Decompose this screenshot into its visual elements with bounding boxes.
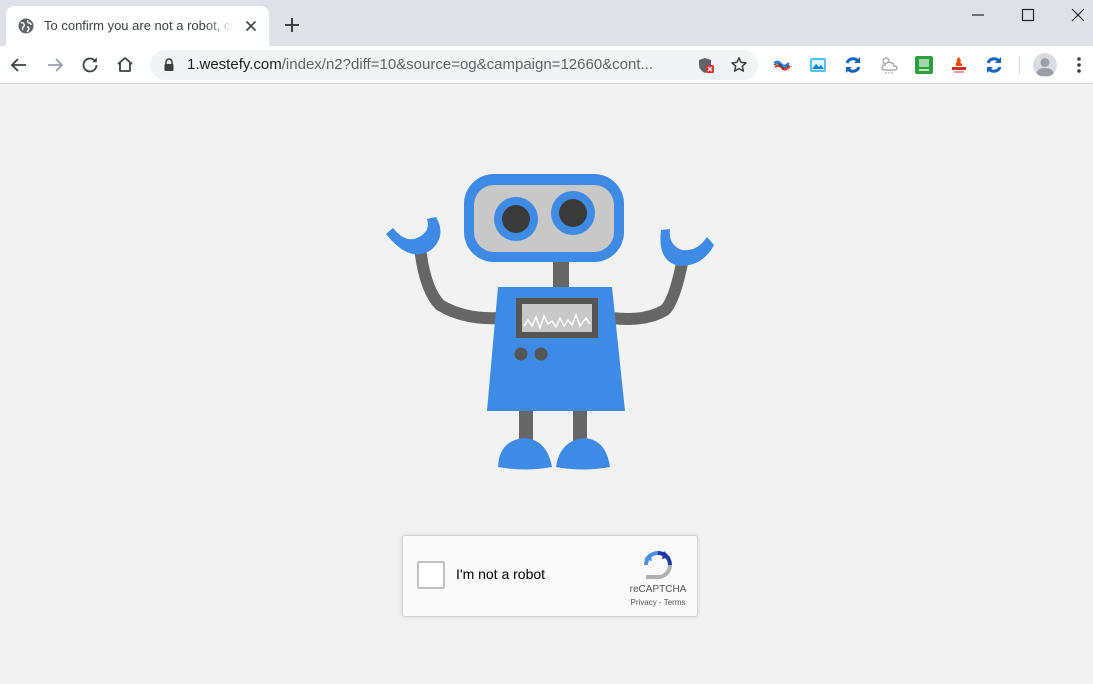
menu-kebab-icon[interactable] (1071, 55, 1087, 75)
recaptcha-checkbox[interactable] (417, 561, 445, 589)
browser-toolbar: 1.westefy.com/index/n2?diff=10&source=og… (0, 46, 1093, 84)
minimize-icon[interactable] (967, 4, 989, 26)
bookmark-star-icon[interactable] (730, 56, 748, 74)
recaptcha-widget: I'm not a robot reCAPTCHA Privacy - Term… (402, 535, 698, 617)
lock-icon[interactable] (163, 58, 175, 72)
home-icon[interactable] (114, 54, 136, 76)
green-extension-icon[interactable] (914, 55, 934, 75)
sync-extension-icon[interactable] (843, 55, 863, 75)
blocked-shield-icon[interactable] (698, 57, 714, 74)
url-text[interactable]: 1.westefy.com/index/n2?diff=10&source=og… (187, 56, 687, 73)
sync-extension-icon-2[interactable] (984, 55, 1004, 75)
recaptcha-brand: reCAPTCHA (629, 584, 687, 595)
slideshow-extension-icon[interactable] (772, 55, 792, 75)
profile-avatar-icon[interactable] (1033, 53, 1057, 77)
recaptcha-logo-icon (644, 551, 672, 579)
globe-icon (18, 18, 34, 34)
close-icon[interactable] (1067, 4, 1089, 26)
browser-tab[interactable]: To confirm you are not a robot, click Al… (6, 6, 269, 46)
address-bar[interactable]: 1.westefy.com/index/n2?diff=10&source=og… (150, 50, 758, 80)
left-claw (386, 217, 441, 255)
back-arrow-icon[interactable] (8, 54, 30, 76)
red-extension-icon[interactable] (949, 55, 969, 75)
tab-close-icon[interactable] (242, 17, 260, 35)
recaptcha-label: I'm not a robot (456, 566, 546, 582)
toolbar-divider (1019, 56, 1020, 74)
forward-arrow-icon[interactable] (44, 54, 66, 76)
weather-extension-icon[interactable] (879, 55, 899, 75)
image-extension-icon[interactable] (808, 55, 828, 75)
maximize-icon[interactable] (1017, 4, 1039, 26)
reload-icon[interactable] (79, 54, 101, 76)
url-path: /index/n2?diff=10&source=og&campaign=126… (281, 56, 654, 73)
url-host: 1.westefy.com (187, 56, 282, 73)
right-claw (660, 229, 714, 266)
tab-title: To confirm you are not a robot, click Al… (44, 18, 234, 33)
person-icon (1036, 58, 1054, 76)
new-tab-icon[interactable] (282, 15, 302, 35)
tab-strip: To confirm you are not a robot, click Al… (0, 0, 1093, 46)
recaptcha-privacy-terms[interactable]: Privacy - Terms (623, 598, 693, 607)
robot-illustration (386, 174, 714, 470)
